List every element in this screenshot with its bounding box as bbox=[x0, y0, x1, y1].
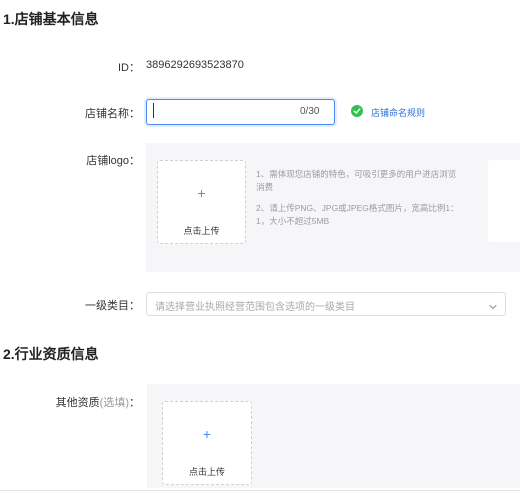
shop-id-value: 3896292693523870 bbox=[146, 59, 244, 71]
other-qualification-label: 其他资质(选填)： bbox=[40, 394, 140, 410]
id-label: ID： bbox=[118, 62, 140, 74]
other-qualification-upload-button[interactable]: + 点击上传 bbox=[162, 401, 252, 485]
section-title-basic-info: 1.店铺基本信息 bbox=[3, 11, 99, 27]
category-label: 一级类目： bbox=[85, 300, 140, 312]
label-colon: ： bbox=[129, 397, 140, 409]
shop-name-char-counter: 0/30 bbox=[300, 106, 320, 117]
shop-name-label: 店铺名称： bbox=[85, 108, 140, 120]
upload-label: 点击上传 bbox=[188, 467, 225, 477]
logo-upload-button[interactable]: + 点击上传 bbox=[157, 160, 246, 244]
chevron-down-icon bbox=[488, 299, 498, 310]
optional-tag: (选填) bbox=[99, 397, 129, 409]
divider bbox=[0, 490, 520, 491]
plus-icon: + bbox=[197, 185, 206, 201]
logo-preview-card bbox=[488, 160, 520, 242]
logo-hint-1: 1、需体现您店铺的特色，可吸引更多的用户进店浏览消费 bbox=[256, 169, 457, 192]
category-select[interactable]: 请选择营业执照经营范围包含选项的一级类目 bbox=[146, 292, 506, 316]
shop-naming-rules-link[interactable]: 店铺命名规则 bbox=[371, 106, 425, 119]
upload-label: 点击上传 bbox=[183, 226, 220, 236]
logo-hint-2: 2、请上传PNG、JPG或JPEG格式图片，宽高比例1：1，大小不超过5MB bbox=[256, 203, 459, 226]
section-title-qualification: 2.行业资质信息 bbox=[3, 346, 99, 362]
other-qualification-label-text: 其他资质 bbox=[55, 397, 100, 409]
category-placeholder: 请选择营业执照经营范围包含选项的一级类目 bbox=[155, 302, 355, 313]
check-circle-icon bbox=[351, 105, 363, 117]
text-caret bbox=[153, 103, 154, 118]
shop-logo-label: 店铺logo： bbox=[86, 155, 140, 167]
plus-icon: + bbox=[202, 426, 212, 442]
